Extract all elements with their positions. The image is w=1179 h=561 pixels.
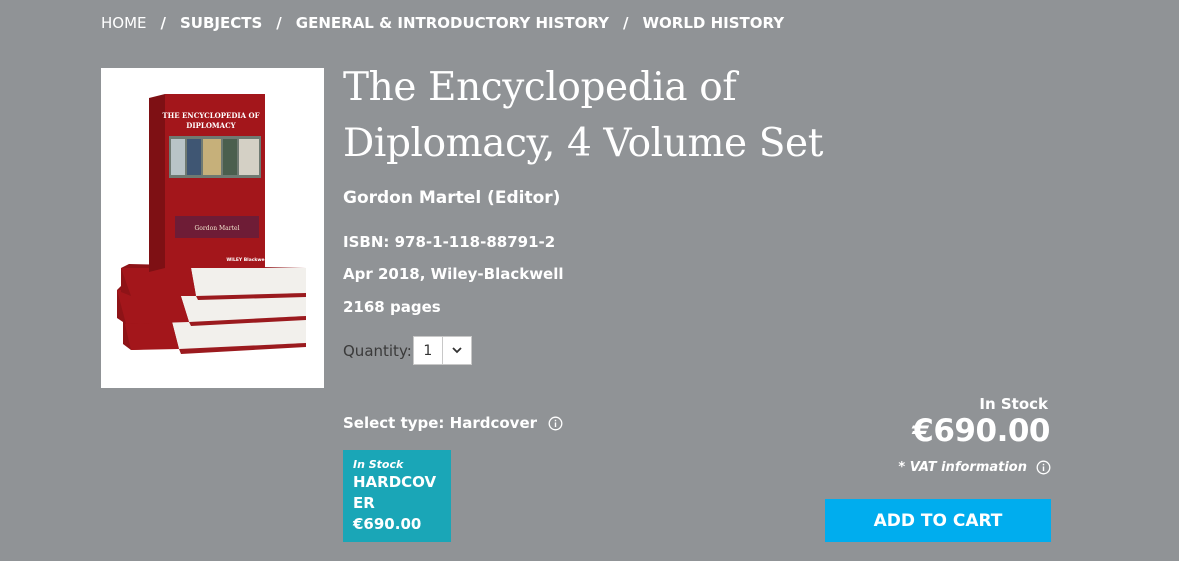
product-isbn: ISBN: 978-1-118-88791-2: [343, 233, 556, 251]
info-icon[interactable]: [1035, 459, 1051, 475]
cover-publisher: WILEY Blackwell: [226, 257, 268, 263]
breadcrumb-separator: /: [276, 14, 282, 32]
vat-label: * VAT information: [898, 459, 1027, 475]
format-type: HARDCOVER: [353, 473, 437, 512]
product-pubdate: Apr 2018, Wiley-Blackwell: [343, 265, 564, 283]
quantity-label: Quantity:: [343, 341, 412, 360]
book-cover-illustration: THE ENCYCLOPEDIA OF DIPLOMACY Gordon Mar…: [117, 94, 306, 354]
breadcrumb-world-history[interactable]: WORLD HISTORY: [643, 14, 785, 32]
product-title: The Encyclopedia of Diplomacy, 4 Volume …: [343, 65, 823, 166]
quantity-row: Quantity: 1: [343, 336, 472, 365]
chevron-down-icon[interactable]: [441, 337, 471, 364]
format-stock: In Stock: [353, 458, 404, 471]
breadcrumb-home[interactable]: HOME: [101, 14, 147, 32]
product-author[interactable]: Gordon Martel (Editor): [343, 188, 560, 208]
quantity-select[interactable]: 1: [412, 336, 472, 365]
product-pages: 2168 pages: [343, 298, 441, 316]
info-icon[interactable]: [547, 415, 563, 431]
cover-editor: Gordon Martel: [195, 225, 240, 232]
vat-information: * VAT information: [898, 459, 1051, 475]
quantity-value: 1: [423, 342, 433, 359]
select-type-label: Select type: Hardcover: [343, 414, 538, 432]
format-price: €690.00: [353, 515, 422, 533]
breadcrumb-separator: /: [623, 14, 629, 32]
book-cover-image: THE ENCYCLOPEDIA OF DIPLOMACY Gordon Mar…: [101, 68, 324, 388]
select-type: Select type: Hardcover: [343, 414, 563, 432]
stock-status: In Stock: [979, 395, 1048, 413]
format-option-hardcover[interactable]: In Stock HARDCOVER €690.00: [343, 450, 451, 542]
product-price: €690.00: [912, 413, 1050, 449]
breadcrumb-separator: /: [160, 14, 166, 32]
cover-title-line2: DIPLOMACY: [186, 121, 236, 130]
breadcrumb-subjects[interactable]: SUBJECTS: [180, 14, 262, 32]
add-to-cart-button[interactable]: ADD TO CART: [825, 499, 1051, 542]
breadcrumb: HOME / SUBJECTS / GENERAL & INTRODUCTORY…: [101, 14, 784, 32]
breadcrumb-general-history[interactable]: GENERAL & INTRODUCTORY HISTORY: [296, 14, 609, 32]
cover-title-line1: THE ENCYCLOPEDIA OF: [162, 111, 259, 120]
